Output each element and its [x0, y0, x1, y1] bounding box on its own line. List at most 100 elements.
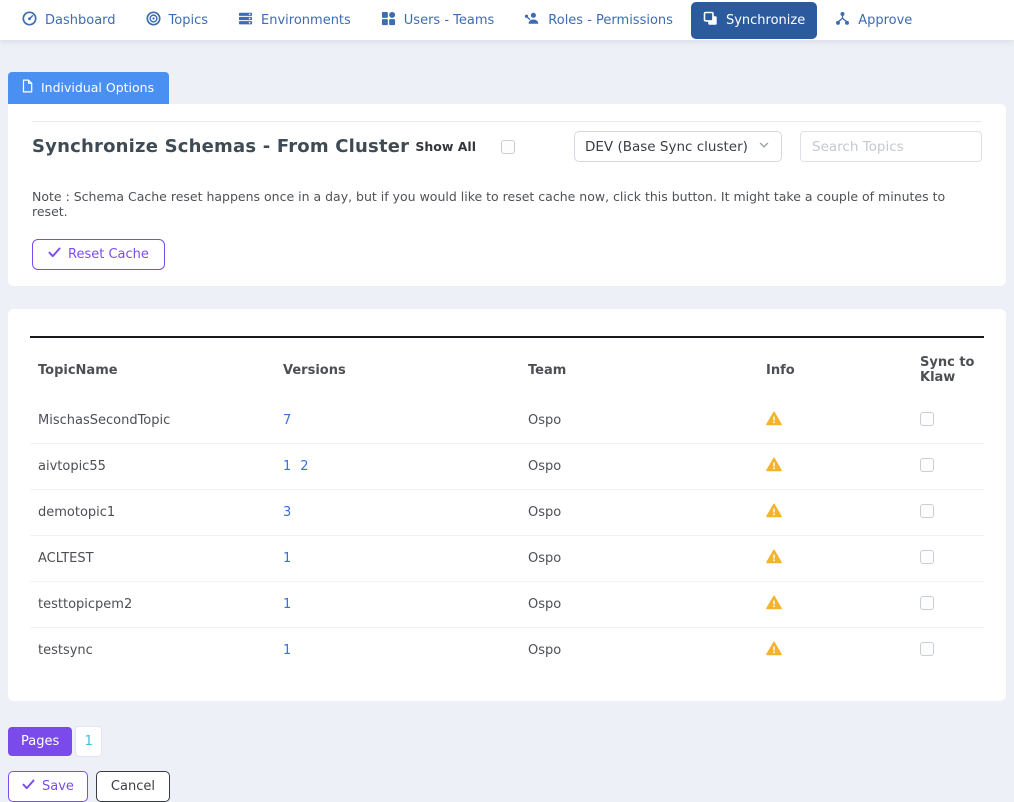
sync-to-klaw-checkbox[interactable] — [920, 504, 934, 518]
footer-actions: Save Cancel — [8, 771, 1006, 802]
check-icon — [22, 779, 35, 794]
topic-name: testsync — [38, 643, 283, 658]
page-number-1[interactable]: 1 — [75, 726, 102, 757]
dashboard-gauge-icon — [22, 11, 37, 30]
sync-cell — [920, 412, 984, 430]
column-header-info: Info — [766, 363, 920, 378]
table-header-row: TopicName Versions Team Info Sync to Kla… — [30, 338, 984, 398]
info-cell — [766, 549, 920, 568]
users-teams-grid-icon — [381, 11, 396, 30]
version-link[interactable]: 2 — [300, 459, 308, 474]
team-name: Ospo — [528, 459, 766, 474]
panel-controls: Synchronize Schemas - From Cluster Show … — [32, 131, 982, 162]
chevron-down-icon — [757, 138, 771, 156]
pagination: Pages 1 — [8, 726, 1006, 757]
warning-triangle-icon[interactable] — [766, 645, 782, 660]
table-row: testsync 1 Ospo — [30, 627, 984, 673]
column-header-sync-to-klaw: Sync to Klaw — [920, 355, 984, 385]
warning-triangle-icon[interactable] — [766, 415, 782, 430]
cluster-select-value: DEV (Base Sync cluster) — [585, 139, 757, 155]
column-header-team: Team — [528, 363, 766, 378]
version-links: 12 — [283, 459, 528, 474]
synchronize-clone-icon — [703, 11, 718, 30]
show-all-checkbox[interactable] — [501, 140, 515, 154]
info-cell — [766, 411, 920, 430]
version-link[interactable]: 1 — [283, 551, 291, 566]
nav-item-label: Approve — [858, 13, 912, 28]
team-name: Ospo — [528, 597, 766, 612]
nav-item-topics[interactable]: Topics — [134, 2, 220, 39]
table-body: MischasSecondTopic 7 Ospo aivtopic55 12 … — [30, 398, 984, 673]
version-links: 3 — [283, 505, 528, 520]
version-links: 1 — [283, 643, 528, 658]
top-navbar: Dashboard Topics Environments Users - Te… — [0, 0, 1014, 40]
sync-to-klaw-checkbox[interactable] — [920, 412, 934, 426]
team-name: Ospo — [528, 643, 766, 658]
version-link[interactable]: 3 — [283, 505, 291, 520]
sync-cell — [920, 550, 984, 568]
nav-item-label: Environments — [261, 13, 351, 28]
sync-cell — [920, 458, 984, 476]
nav-item-label: Roles - Permissions — [548, 13, 673, 28]
nav-item-approve[interactable]: Approve — [823, 2, 924, 39]
sync-schemas-panel: Synchronize Schemas - From Cluster Show … — [8, 104, 1006, 286]
table-row: ACLTEST 1 Ospo — [30, 535, 984, 581]
team-name: Ospo — [528, 413, 766, 428]
panel-divider — [32, 121, 982, 122]
search-topics-input[interactable] — [800, 131, 982, 162]
nav-item-label: Dashboard — [45, 13, 116, 28]
version-link[interactable]: 7 — [283, 413, 291, 428]
save-button[interactable]: Save — [8, 771, 88, 802]
cancel-label: Cancel — [111, 779, 155, 794]
cancel-button[interactable]: Cancel — [96, 771, 170, 802]
topic-name: MischasSecondTopic — [38, 413, 283, 428]
cluster-select[interactable]: DEV (Base Sync cluster) — [574, 131, 782, 162]
sync-to-klaw-checkbox[interactable] — [920, 458, 934, 472]
sync-cell — [920, 504, 984, 522]
tab-individual-options[interactable]: Individual Options — [8, 72, 169, 104]
info-cell — [766, 457, 920, 476]
approve-network-icon — [835, 11, 850, 30]
warning-triangle-icon[interactable] — [766, 461, 782, 476]
show-all-label: Show All — [415, 139, 476, 154]
schemas-table-panel: TopicName Versions Team Info Sync to Kla… — [8, 309, 1006, 701]
version-links: 1 — [283, 551, 528, 566]
nav-item-label: Synchronize — [726, 13, 805, 28]
nav-item-synchronize[interactable]: Synchronize — [691, 2, 817, 39]
table-row: testtopicpem2 1 Ospo — [30, 581, 984, 627]
topic-name: testtopicpem2 — [38, 597, 283, 612]
table-row: demotopic1 3 Ospo — [30, 489, 984, 535]
table-row: aivtopic55 12 Ospo — [30, 443, 984, 489]
warning-triangle-icon[interactable] — [766, 553, 782, 568]
sync-to-klaw-checkbox[interactable] — [920, 596, 934, 610]
version-link[interactable]: 1 — [283, 597, 291, 612]
page-title: Synchronize Schemas - From Cluster — [32, 136, 415, 157]
check-icon — [48, 247, 61, 262]
nav-item-environments[interactable]: Environments — [226, 2, 363, 39]
nav-item-label: Users - Teams — [404, 13, 495, 28]
topic-name: demotopic1 — [38, 505, 283, 520]
environments-server-icon — [238, 11, 253, 30]
column-header-topicname: TopicName — [38, 363, 283, 378]
sync-to-klaw-checkbox[interactable] — [920, 550, 934, 564]
reset-cache-label: Reset Cache — [68, 247, 149, 262]
topics-bullseye-icon — [146, 11, 161, 30]
warning-triangle-icon[interactable] — [766, 599, 782, 614]
info-cell — [766, 595, 920, 614]
nav-item-users-teams[interactable]: Users - Teams — [369, 2, 507, 39]
version-links: 1 — [283, 597, 528, 612]
team-name: Ospo — [528, 551, 766, 566]
topic-name: aivtopic55 — [38, 459, 283, 474]
sync-to-klaw-checkbox[interactable] — [920, 642, 934, 656]
nav-item-roles-permissions[interactable]: Roles - Permissions — [512, 2, 685, 39]
warning-triangle-icon[interactable] — [766, 507, 782, 522]
version-link[interactable]: 1 — [283, 459, 291, 474]
team-name: Ospo — [528, 505, 766, 520]
version-link[interactable]: 1 — [283, 643, 291, 658]
pages-button[interactable]: Pages — [8, 727, 72, 756]
info-cell — [766, 503, 920, 522]
roles-permissions-user-key-icon — [524, 11, 540, 30]
nav-item-dashboard[interactable]: Dashboard — [10, 2, 128, 39]
column-header-versions: Versions — [283, 363, 528, 378]
reset-cache-button[interactable]: Reset Cache — [32, 239, 165, 270]
